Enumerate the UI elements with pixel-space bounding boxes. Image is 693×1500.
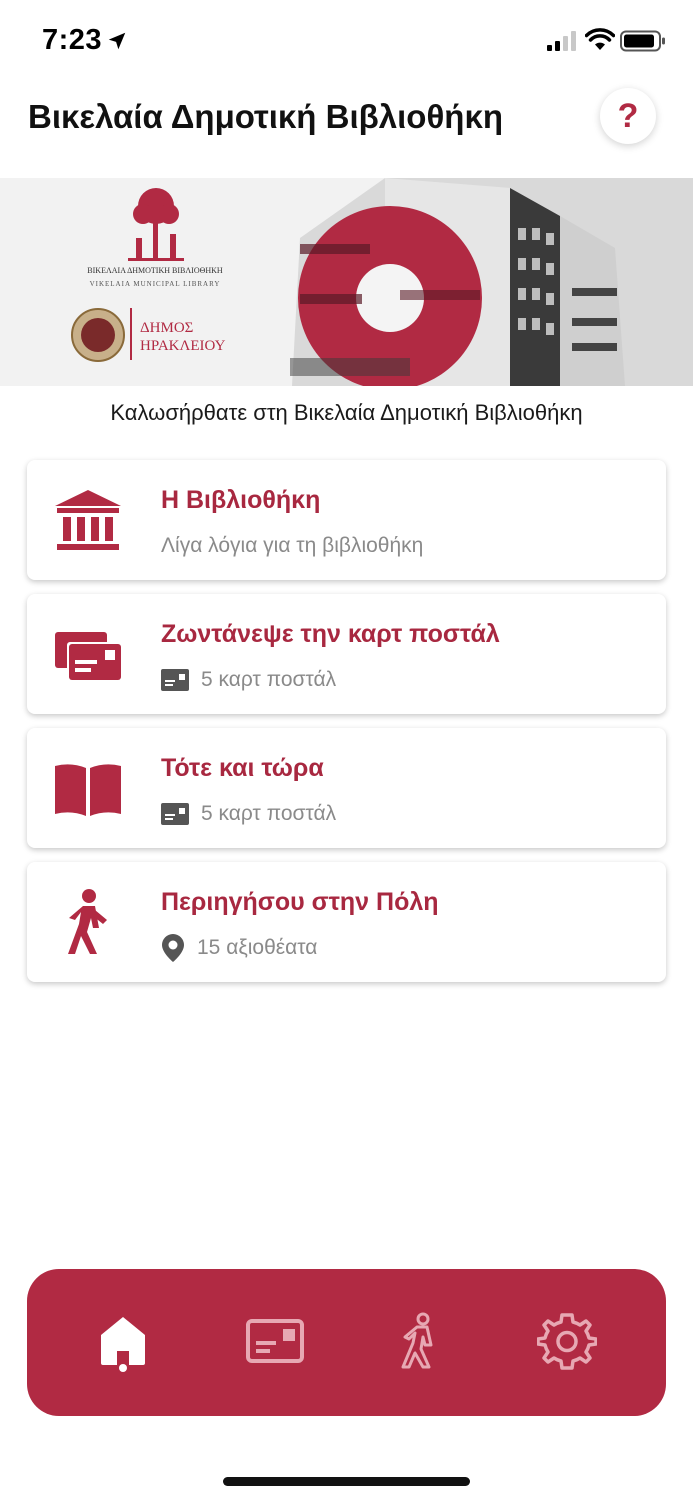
wifi-icon <box>585 28 615 50</box>
menu-card-postcards[interactable]: Ζωντάνεψε την καρτ ποστάλ 5 καρτ ποστάλ <box>27 594 666 714</box>
card-meta-text: 5 καρτ ποστάλ <box>201 668 337 691</box>
walking-icon <box>68 889 107 954</box>
nav-home-icon[interactable] <box>93 1311 153 1371</box>
status-time: 7:23 <box>42 24 103 56</box>
nav-settings-icon[interactable] <box>537 1311 597 1371</box>
location-arrow-icon <box>108 32 126 50</box>
bottom-nav <box>27 1269 666 1416</box>
nav-walking-icon[interactable] <box>391 1311 451 1371</box>
postcards-icon <box>55 632 123 682</box>
help-button[interactable]: ? <box>600 88 656 144</box>
card-title: Περιηγήσου στην Πόλη <box>161 888 439 916</box>
municipality-line-2: ΗΡΑΚΛΕΙΟΥ <box>140 338 226 354</box>
card-meta-text: 15 αξιοθέατα <box>197 936 318 959</box>
home-screen: 7:23 Βικελαία Δημοτική Βιβλιοθήκη ? ΒΙΚΕ… <box>0 0 693 1500</box>
location-pin-icon <box>162 934 184 962</box>
nav-postcard-icon[interactable] <box>245 1311 305 1371</box>
menu-card-then-now[interactable]: Τότε και τώρα 5 καρτ ποστάλ <box>27 728 666 848</box>
card-title: Τότε και τώρα <box>161 754 324 782</box>
library-banner: ΒΙΚΕΛΑΙΑ ΔΗΜΟΤΙΚΗ ΒΙΒΛΙΟΘΗΚΗ VIKELAIA MU… <box>0 178 693 386</box>
battery-icon <box>620 30 665 52</box>
menu-card-library[interactable]: Η Βιβλιοθήκη Λίγα λόγια για τη βιβλιοθήκ… <box>27 460 666 580</box>
status-bar: 7:23 <box>0 0 693 84</box>
card-meta: 5 καρτ ποστάλ <box>161 664 336 696</box>
card-meta: 5 καρτ ποστάλ <box>161 798 336 830</box>
help-icon: ? <box>617 96 639 135</box>
logo-text-english: VIKELAIA MUNICIPAL LIBRARY <box>90 280 221 288</box>
postcard-icon <box>161 669 189 691</box>
banner-image: ΒΙΚΕΛΑΙΑ ΔΗΜΟΤΙΚΗ ΒΙΒΛΙΟΘΗΚΗ VIKELAIA MU… <box>0 178 693 386</box>
active-tab-indicator <box>119 1364 127 1372</box>
postcard-icon <box>161 803 189 825</box>
page-title: Βικελαία Δημοτική Βιβλιοθήκη <box>28 98 504 135</box>
menu-card-city-tour[interactable]: Περιηγήσου στην Πόλη 15 αξιοθέατα <box>27 862 666 982</box>
card-meta: 15 αξιοθέατα <box>161 932 317 964</box>
card-title: Ζωντάνεψε την καρτ ποστάλ <box>161 620 500 648</box>
municipality-line-1: ΔΗΜΟΣ <box>140 320 193 336</box>
book-icon <box>55 764 121 816</box>
library-icon <box>55 490 121 550</box>
home-indicator <box>223 1477 470 1486</box>
card-title: Η Βιβλιοθήκη <box>161 486 321 514</box>
card-subtitle: Λίγα λόγια για τη βιβλιοθήκη <box>161 534 424 557</box>
logo-text-greek: ΒΙΚΕΛΑΙΑ ΔΗΜΟΤΙΚΗ ΒΙΒΛΙΟΘΗΚΗ <box>87 266 223 275</box>
cellular-signal-icon <box>547 31 576 51</box>
card-meta-text: 5 καρτ ποστάλ <box>201 802 337 825</box>
welcome-text: Καλωσήρθατε στη Βικελαία Δημοτική Βιβλιο… <box>110 400 583 425</box>
